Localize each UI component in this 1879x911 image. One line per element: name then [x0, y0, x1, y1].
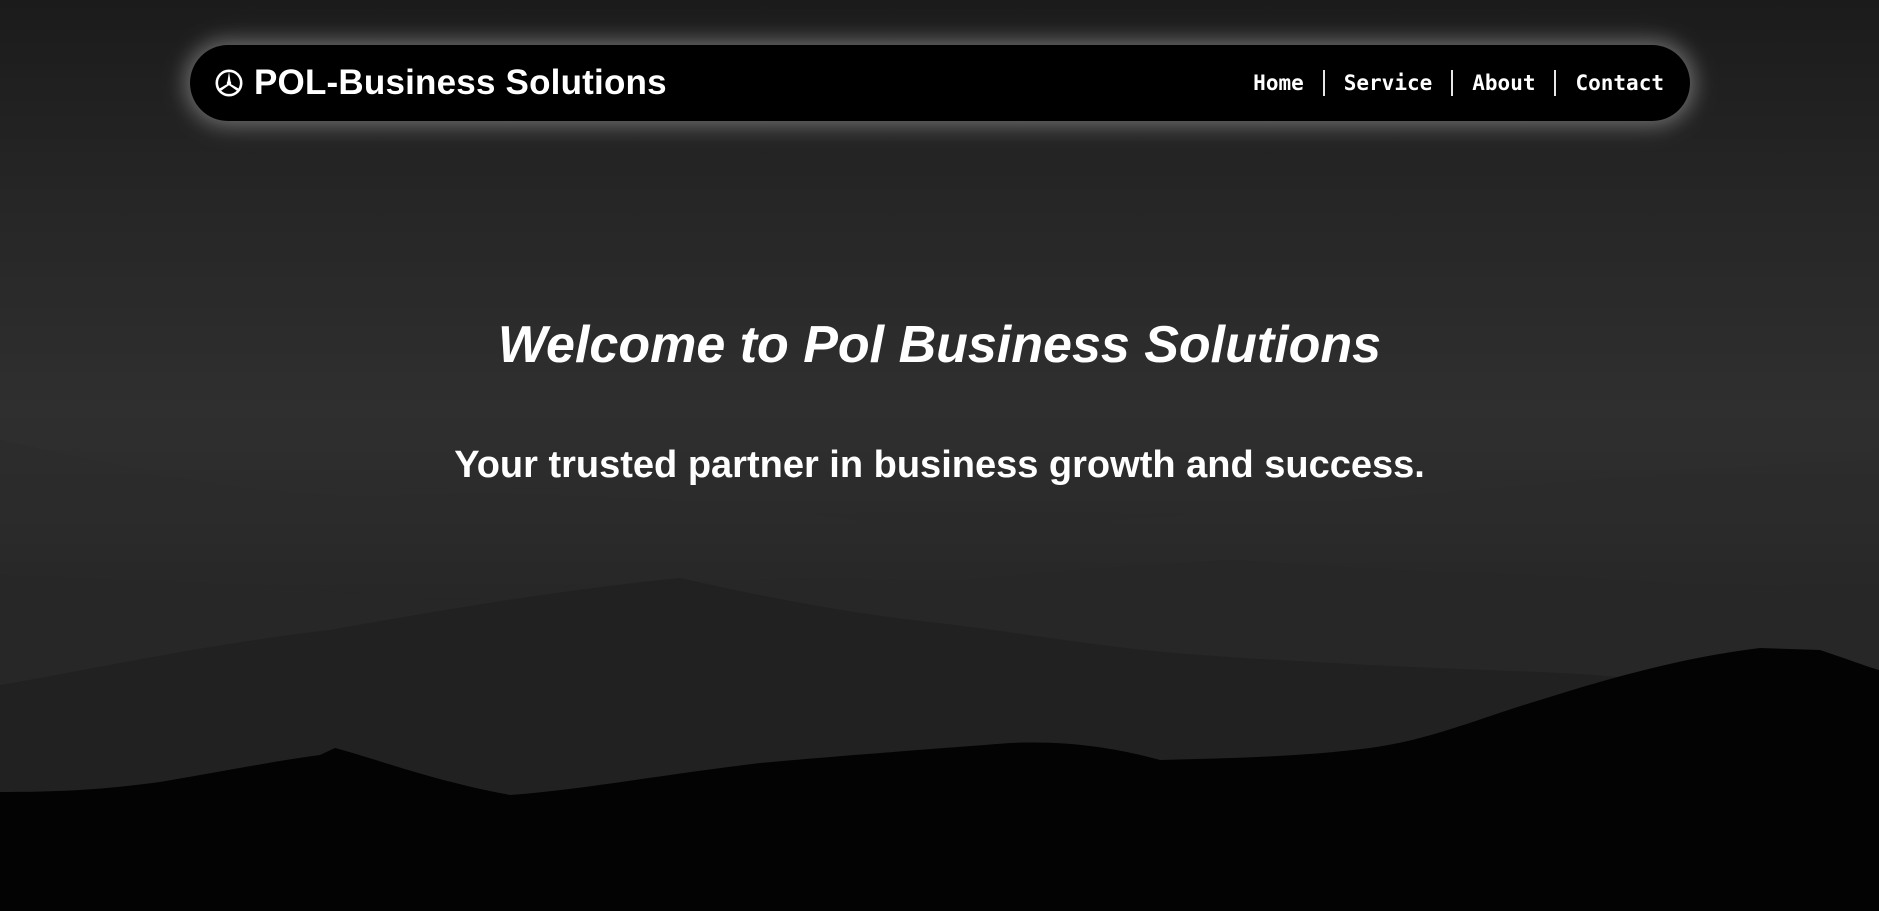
nav-link-home[interactable]: Home: [1253, 70, 1323, 96]
hero-title: Welcome to Pol Business Solutions: [497, 316, 1382, 374]
hero-subtitle: Your trusted partner in business growth …: [454, 444, 1425, 486]
main-navigation: Home Service About Contact: [1253, 70, 1664, 96]
brand-logo-link[interactable]: POL-Business Solutions: [214, 63, 667, 103]
nav-link-about[interactable]: About: [1451, 70, 1554, 96]
nav-link-contact[interactable]: Contact: [1554, 70, 1664, 96]
nav-link-service[interactable]: Service: [1322, 70, 1452, 96]
mercedes-star-circle-icon: [214, 68, 244, 98]
top-navbar: POL-Business Solutions Home Service Abou…: [190, 45, 1690, 121]
brand-name: POL-Business Solutions: [254, 63, 667, 102]
